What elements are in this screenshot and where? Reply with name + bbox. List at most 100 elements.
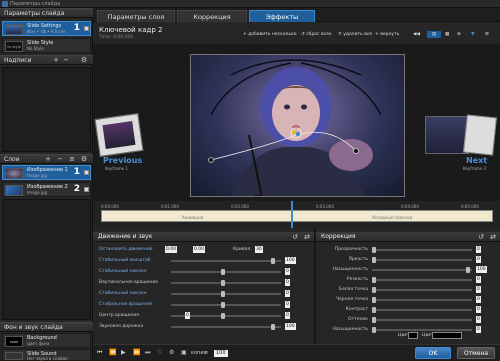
skip-end-icon[interactable]: ⏭: [145, 349, 150, 357]
correction-swap-icon[interactable]: ⇄: [490, 233, 496, 241]
reset-all-button[interactable]: ↺ сброс всех: [301, 31, 332, 38]
prev-frame-icon[interactable]: ◀◀: [413, 31, 420, 38]
correction-value-field[interactable]: 0: [476, 306, 481, 313]
previous-keyframe-thumbnail[interactable]: [94, 113, 144, 157]
layer-checkbox[interactable]: [84, 170, 89, 175]
correction-value-field[interactable]: 0: [476, 316, 481, 323]
correction-value-field[interactable]: 0: [476, 296, 481, 303]
slider-knob[interactable]: [372, 257, 376, 263]
slider-knob[interactable]: [221, 269, 225, 275]
slide-style-row[interactable]: no style Slide Style No Style: [2, 38, 91, 53]
step-forward-icon[interactable]: ⏩: [133, 349, 140, 357]
color-swatch-2[interactable]: [432, 332, 462, 339]
add-layer-icon[interactable]: +: [44, 156, 52, 163]
settings-icon[interactable]: ⚙: [485, 31, 489, 38]
motion-point-start[interactable]: [208, 157, 214, 163]
tab-effects[interactable]: Эффекты: [249, 10, 315, 22]
slider-knob[interactable]: [372, 247, 376, 253]
motion-value-field-2[interactable]: 0: [185, 312, 190, 319]
slider-knob[interactable]: [372, 297, 376, 303]
motion-slider[interactable]: [171, 302, 281, 308]
ok-button[interactable]: OK: [415, 347, 451, 359]
motion-slider[interactable]: [171, 291, 281, 297]
color-swatch-1[interactable]: [408, 332, 418, 339]
correction-value-field[interactable]: 0: [476, 246, 481, 253]
correction-value-field[interactable]: 0: [476, 326, 481, 333]
main-preview-image[interactable]: [190, 54, 405, 197]
settings-gear-icon[interactable]: ⚙: [169, 349, 174, 357]
motion-point-end[interactable]: [353, 148, 359, 154]
correction-slider[interactable]: [372, 327, 472, 333]
captions-list[interactable]: [2, 67, 91, 152]
slider-knob[interactable]: [372, 317, 376, 323]
slide-settings-row[interactable]: Slide Settings Фон • эф • 9.0 сек 1: [2, 21, 91, 36]
correction-slider[interactable]: [372, 267, 472, 273]
motion-slider[interactable]: [171, 269, 281, 275]
search-icon[interactable]: ⌕: [205, 349, 208, 357]
motion-value-field[interactable]: 0: [285, 301, 290, 308]
next-label[interactable]: Next: [466, 156, 487, 165]
slider-knob[interactable]: [271, 324, 275, 330]
motion-slider[interactable]: [171, 280, 281, 286]
motion-slider[interactable]: [171, 258, 281, 264]
slider-knob[interactable]: [372, 307, 376, 313]
heart-icon[interactable]: ♡: [157, 349, 162, 357]
slider-knob[interactable]: [372, 277, 376, 283]
correction-slider[interactable]: [372, 257, 472, 263]
playhead[interactable]: [291, 201, 293, 228]
layer-options-icon[interactable]: ≡: [68, 156, 76, 163]
tab-correction[interactable]: Коррекция: [177, 10, 247, 22]
gear-icon[interactable]: ⚙: [80, 57, 88, 64]
motion-x-field[interactable]: 0.00: [165, 246, 178, 253]
correction-slider[interactable]: [372, 277, 472, 283]
layer-row-2[interactable]: Изображение 2 Image jpg 2: [2, 182, 91, 197]
correction-slider[interactable]: [372, 287, 472, 293]
motion-value-field[interactable]: 0: [285, 279, 290, 286]
motion-value-field[interactable]: 0: [285, 312, 290, 319]
timeline-track[interactable]: Анимация Исходный переход: [101, 210, 493, 222]
correction-value-field[interactable]: 0: [476, 256, 481, 263]
slider-knob[interactable]: [271, 258, 275, 264]
layer-gear-icon[interactable]: ⚙: [80, 156, 88, 163]
correction-reset-icon[interactable]: ↺: [478, 233, 484, 241]
layer-row-1[interactable]: Изображение 1 Image jpg 1: [2, 165, 91, 180]
motion-value-field[interactable]: 100: [285, 323, 296, 330]
remove-caption-icon[interactable]: −: [62, 57, 70, 64]
layer-checkbox[interactable]: [84, 187, 89, 192]
correction-slider[interactable]: [372, 317, 472, 323]
grid-icon[interactable]: ▦: [445, 31, 449, 38]
view-toggle-icon[interactable]: ▤: [427, 31, 441, 38]
timeline[interactable]: 0:00.000 0:01.000 0:02.000 0:03.000 0:04…: [93, 201, 500, 228]
slider-knob[interactable]: [221, 313, 225, 319]
slider-knob[interactable]: [221, 302, 225, 308]
background-row[interactable]: color Background Цвет фона: [2, 333, 91, 348]
motion-slider[interactable]: [171, 324, 281, 330]
delete-all-button[interactable]: ✕ удалить все: [338, 31, 372, 38]
correction-slider[interactable]: [372, 297, 472, 303]
motion-y-field[interactable]: 0.00: [193, 246, 206, 253]
previous-label[interactable]: Previous: [103, 156, 142, 165]
next-keyframe-thumbnail[interactable]: [425, 116, 469, 154]
zoom-icon[interactable]: ⊕: [457, 31, 461, 38]
slider-knob[interactable]: [466, 267, 470, 273]
motion-value-field[interactable]: 100: [285, 257, 296, 264]
slider-knob[interactable]: [221, 280, 225, 286]
correction-value-field[interactable]: 100: [476, 266, 487, 273]
slider-knob[interactable]: [372, 327, 376, 333]
add-caption-icon[interactable]: +: [52, 57, 60, 64]
step-back-icon[interactable]: ⏪: [109, 349, 116, 357]
motion-reset-icon[interactable]: ↺: [292, 233, 298, 241]
add-multiple-button[interactable]: + добавить несколько: [243, 31, 297, 38]
motion-value-field[interactable]: 0: [285, 268, 290, 275]
zoom-input[interactable]: 100: [214, 350, 228, 357]
slider-knob[interactable]: [221, 291, 225, 297]
curve-field[interactable]: 30: [255, 246, 263, 253]
restore-button[interactable]: + вернуть: [375, 31, 399, 38]
copy-icon[interactable]: ▣: [181, 349, 187, 357]
tab-layer-params[interactable]: Параметры слоя: [97, 10, 175, 22]
marker-icon[interactable]: ▼: [471, 31, 474, 38]
correction-slider[interactable]: [372, 247, 472, 253]
motion-value-field[interactable]: 0: [285, 290, 290, 297]
skip-start-icon[interactable]: ⏮: [97, 349, 102, 357]
motion-swap-icon[interactable]: ⇄: [304, 233, 310, 241]
